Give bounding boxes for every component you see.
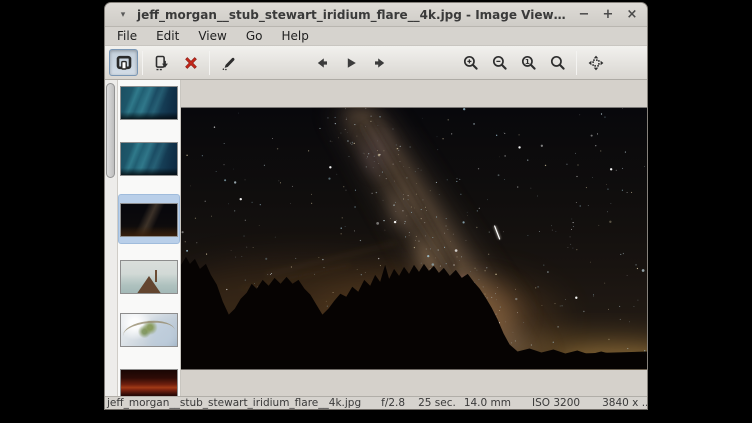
toolbar-separator <box>576 51 577 75</box>
titlebar[interactable]: ▾ jeff_morgan__stub_stewart_iridium_flar… <box>105 3 647 27</box>
status-exposure: 25 sec. <box>418 397 456 409</box>
red-x-icon <box>182 54 200 72</box>
image-viewer-window: ▾ jeff_morgan__stub_stewart_iridium_flar… <box>104 2 648 410</box>
magnifier-plus-icon <box>462 54 480 72</box>
chevron-down-icon: ▾ <box>121 10 126 20</box>
save-page-down-arrow-icon <box>153 54 171 72</box>
thumbnail-pane-toggle-button[interactable] <box>109 49 138 76</box>
zoom-original-button[interactable]: 1 <box>514 49 543 76</box>
image-display-area <box>181 80 647 396</box>
maximize-button[interactable]: + <box>601 8 615 22</box>
save-image-button[interactable] <box>147 49 176 76</box>
pan-arrows-icon <box>587 54 605 72</box>
status-aperture: f/2.8 <box>381 397 405 409</box>
status-iso: ISO 3200 <box>532 397 580 409</box>
thumbnail-pane <box>105 80 181 396</box>
delete-image-button[interactable] <box>176 49 205 76</box>
close-button[interactable]: × <box>625 8 639 22</box>
slideshow-button[interactable] <box>336 49 365 76</box>
zoom-out-button[interactable] <box>485 49 514 76</box>
thumbnail-foggy-pier[interactable] <box>120 260 178 294</box>
thumbnail-aurora-2[interactable] <box>120 142 178 176</box>
menu-edit[interactable]: Edit <box>148 28 187 44</box>
arrow-left-icon <box>313 54 331 72</box>
window-title: jeff_morgan__stub_stewart_iridium_flare_… <box>133 8 577 22</box>
menu-help[interactable]: Help <box>273 28 316 44</box>
edit-image-button[interactable] <box>214 49 243 76</box>
content-area <box>105 80 647 396</box>
svg-text:1: 1 <box>524 57 529 66</box>
thumbnail-selected-highlight[interactable] <box>118 194 180 244</box>
magnifier-minus-icon <box>491 54 509 72</box>
window-controls: − + × <box>577 8 639 22</box>
magnifier-one-icon: 1 <box>520 54 538 72</box>
main-image <box>181 107 647 370</box>
minimize-button[interactable]: − <box>577 8 591 22</box>
zoom-in-button[interactable] <box>456 49 485 76</box>
status-dimensions: 3840 x ... <box>602 397 648 409</box>
window-menu-button[interactable]: ▾ <box>113 7 133 23</box>
menu-file[interactable]: File <box>109 28 145 44</box>
thumbnail-list <box>118 80 180 396</box>
fit-window-button[interactable] <box>581 49 610 76</box>
pencil-icon <box>220 54 238 72</box>
play-icon <box>342 54 360 72</box>
thumbnail-aurora-1[interactable] <box>120 86 178 120</box>
thumbnail-red-sunset[interactable] <box>120 369 178 396</box>
arrow-right-icon <box>371 54 389 72</box>
thumbnail-scrollbar[interactable] <box>105 80 118 396</box>
menu-view[interactable]: View <box>190 28 234 44</box>
status-filename: jeff_morgan__stub_stewart_iridium_flare_… <box>107 397 361 409</box>
scrollbar-thumb[interactable] <box>106 83 115 178</box>
statusbar: jeff_morgan__stub_stewart_iridium_flare_… <box>105 396 647 409</box>
magnifier-icon <box>549 54 567 72</box>
browser-panel-icon <box>115 54 133 72</box>
toolbar-separator <box>142 51 143 75</box>
toolbar: 1 <box>105 45 647 80</box>
menu-go[interactable]: Go <box>238 28 271 44</box>
previous-image-button[interactable] <box>307 49 336 76</box>
thumbnail-frosty-branch[interactable] <box>120 313 178 347</box>
menubar: File Edit View Go Help <box>105 27 647 45</box>
next-image-button[interactable] <box>365 49 394 76</box>
status-focal-length: 14.0 mm <box>464 397 511 409</box>
thumbnail-milkyway-selected[interactable] <box>120 203 178 237</box>
toolbar-separator <box>209 51 210 75</box>
zoom-fit-button[interactable] <box>543 49 572 76</box>
